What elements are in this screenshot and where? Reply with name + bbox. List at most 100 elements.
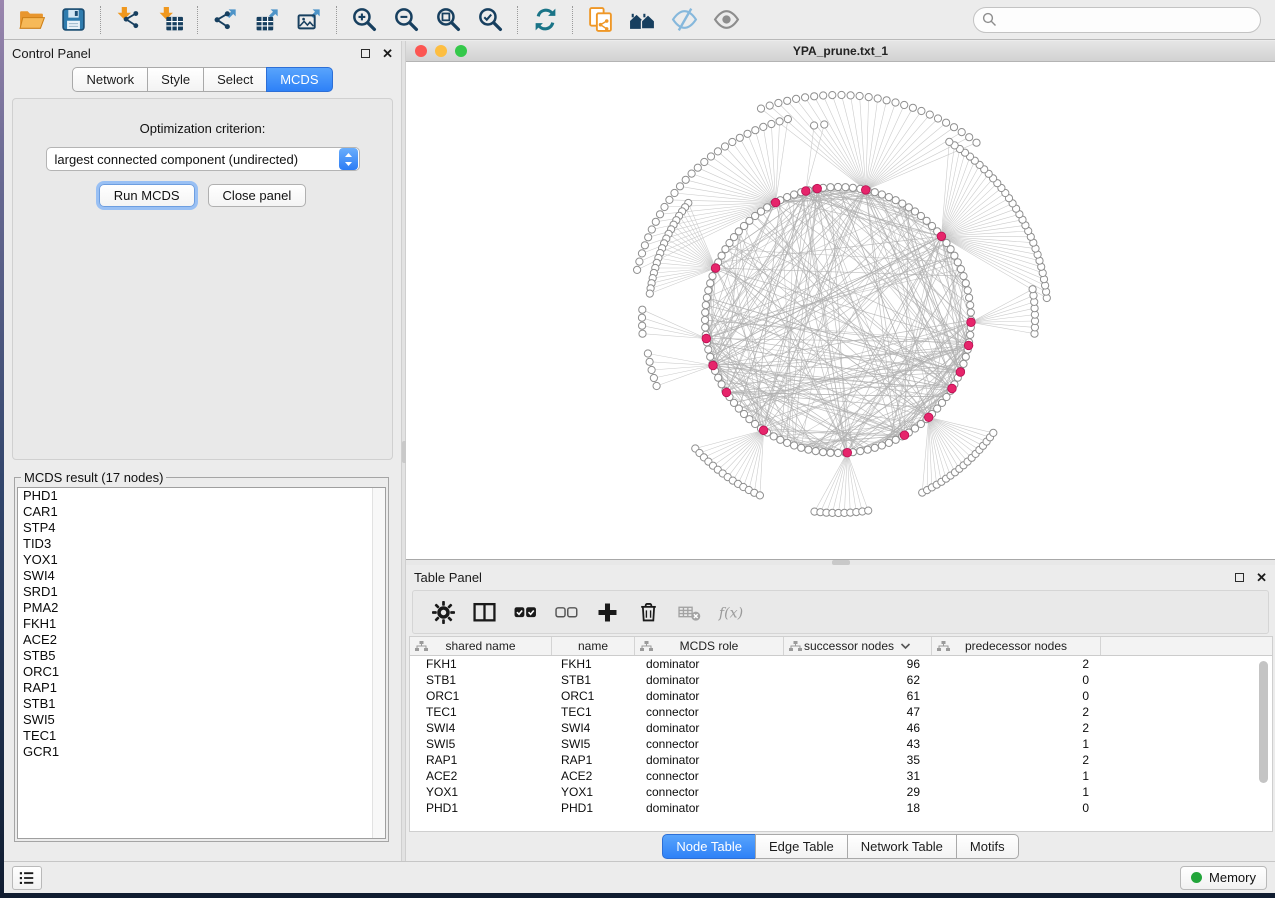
- task-history-button[interactable]: [12, 866, 42, 890]
- run-mcds-button[interactable]: Run MCDS: [99, 184, 195, 207]
- tab-style[interactable]: Style: [147, 67, 204, 92]
- column-label: successor nodes: [804, 639, 894, 653]
- cell: ACE2: [410, 768, 552, 784]
- network-window-titlebar[interactable]: YPA_prune.txt_1: [406, 41, 1275, 62]
- table-row[interactable]: ACE2ACE2connector311: [410, 768, 1272, 784]
- mcds-result-item[interactable]: GCR1: [18, 744, 385, 760]
- open-session-icon: [18, 6, 45, 33]
- zoom-out-button[interactable]: [385, 3, 427, 37]
- cell: 31: [784, 768, 932, 784]
- export-image-button[interactable]: [288, 3, 330, 37]
- toggle-columns-button[interactable]: [472, 600, 497, 625]
- mcds-result-item[interactable]: STB1: [18, 696, 385, 712]
- add-column-button[interactable]: [595, 600, 620, 625]
- import-network-button[interactable]: [107, 3, 149, 37]
- criterion-select[interactable]: largest connected component (undirected): [46, 147, 360, 171]
- table-toolbar: f(x): [412, 590, 1269, 634]
- tab-motifs[interactable]: Motifs: [956, 834, 1019, 859]
- delete-column-button[interactable]: [636, 600, 661, 625]
- zoom-in-button[interactable]: [343, 3, 385, 37]
- toolbar-separator: [336, 6, 337, 34]
- task-list-icon: [17, 868, 37, 888]
- memory-button[interactable]: Memory: [1180, 866, 1267, 890]
- optimization-criterion-label: Optimization criterion:: [140, 121, 266, 136]
- cell: RAP1: [552, 752, 635, 768]
- search-input[interactable]: [973, 7, 1261, 33]
- mcds-result-item[interactable]: ACE2: [18, 632, 385, 648]
- mcds-result-list[interactable]: PHD1CAR1STP4TID3YOX1SWI4SRD1PMA2FKH1ACE2…: [17, 487, 386, 839]
- tab-mcds[interactable]: MCDS: [266, 67, 332, 92]
- mcds-result-item[interactable]: PHD1: [18, 488, 385, 504]
- mcds-list-scrollbar[interactable]: [372, 488, 385, 838]
- network-view[interactable]: [406, 62, 1275, 559]
- mcds-result-item[interactable]: TEC1: [18, 728, 385, 744]
- close-table-panel-icon[interactable]: ✕: [1256, 573, 1267, 582]
- table-row[interactable]: FKH1FKH1dominator962: [410, 656, 1272, 672]
- column-header-shared-name[interactable]: shared name: [410, 637, 552, 655]
- table-settings-gear-button[interactable]: [431, 600, 456, 625]
- export-table-button[interactable]: [246, 3, 288, 37]
- mcds-result-item[interactable]: PMA2: [18, 600, 385, 616]
- column-header-predecessor-nodes[interactable]: predecessor nodes: [932, 637, 1101, 655]
- select-all-checks-button[interactable]: [513, 600, 538, 625]
- close-panel-button[interactable]: Close panel: [208, 184, 307, 207]
- table-scrollbar-thumb[interactable]: [1259, 661, 1268, 783]
- cell: connector: [635, 768, 784, 784]
- table-row[interactable]: STB1STB1dominator620: [410, 672, 1272, 688]
- mcds-result-item[interactable]: RAP1: [18, 680, 385, 696]
- float-table-panel-icon[interactable]: [1235, 573, 1244, 582]
- toolbar-icon-groups: [10, 3, 747, 37]
- first-neighbors-button[interactable]: [621, 3, 663, 37]
- table-row[interactable]: YOX1YOX1connector291: [410, 784, 1272, 800]
- save-session-button[interactable]: [52, 3, 94, 37]
- tab-network[interactable]: Network: [72, 67, 148, 92]
- show-all-button[interactable]: [705, 3, 747, 37]
- table-row[interactable]: SWI5SWI5connector431: [410, 736, 1272, 752]
- zoom-selected-button[interactable]: [469, 3, 511, 37]
- tab-edge-table[interactable]: Edge Table: [755, 834, 848, 859]
- zoom-out-icon: [393, 6, 420, 33]
- table-row[interactable]: RAP1RAP1dominator352: [410, 752, 1272, 768]
- mcds-result-item[interactable]: FKH1: [18, 616, 385, 632]
- table-row[interactable]: PHD1PHD1dominator180: [410, 800, 1272, 816]
- open-session-button[interactable]: [10, 3, 52, 37]
- mcds-result-item[interactable]: ORC1: [18, 664, 385, 680]
- deselect-all-checks-button[interactable]: [554, 600, 579, 625]
- mcds-result-item[interactable]: SWI4: [18, 568, 385, 584]
- mcds-result-item[interactable]: STP4: [18, 520, 385, 536]
- column-label: MCDS role: [680, 639, 739, 653]
- main-toolbar: [4, 0, 1275, 40]
- column-label: name: [578, 639, 608, 653]
- mcds-result-item[interactable]: CAR1: [18, 504, 385, 520]
- tab-network-table[interactable]: Network Table: [847, 834, 957, 859]
- import-table-button[interactable]: [149, 3, 191, 37]
- mcds-result-item[interactable]: TID3: [18, 536, 385, 552]
- table-row[interactable]: SWI4SWI4dominator462: [410, 720, 1272, 736]
- network-canvas-svg[interactable]: [406, 62, 1275, 559]
- tab-select[interactable]: Select: [203, 67, 267, 92]
- refresh-network-button[interactable]: [524, 3, 566, 37]
- cell: 2: [932, 752, 1101, 768]
- tab-node-table[interactable]: Node Table: [662, 834, 756, 859]
- mcds-result-item[interactable]: SWI5: [18, 712, 385, 728]
- table-row[interactable]: TEC1TEC1connector472: [410, 704, 1272, 720]
- cell: 43: [784, 736, 932, 752]
- column-header-MCDS-role[interactable]: MCDS role: [635, 637, 784, 655]
- cell: PHD1: [552, 800, 635, 816]
- float-panel-icon[interactable]: [361, 49, 370, 58]
- mcds-result-item[interactable]: SRD1: [18, 584, 385, 600]
- zoom-fit-button[interactable]: [427, 3, 469, 37]
- column-header-name[interactable]: name: [552, 637, 635, 655]
- table-row[interactable]: ORC1ORC1dominator610: [410, 688, 1272, 704]
- column-header-successor-nodes[interactable]: successor nodes: [784, 637, 932, 655]
- mcds-result-item[interactable]: YOX1: [18, 552, 385, 568]
- export-network-button[interactable]: [204, 3, 246, 37]
- close-panel-icon[interactable]: ✕: [382, 49, 393, 58]
- column-label: predecessor nodes: [965, 639, 1067, 653]
- export-image-icon: [296, 6, 323, 33]
- cell: 0: [932, 688, 1101, 704]
- duplicate-network-button[interactable]: [579, 3, 621, 37]
- hide-selected-button[interactable]: [663, 3, 705, 37]
- mcds-result-item[interactable]: STB5: [18, 648, 385, 664]
- cell: dominator: [635, 688, 784, 704]
